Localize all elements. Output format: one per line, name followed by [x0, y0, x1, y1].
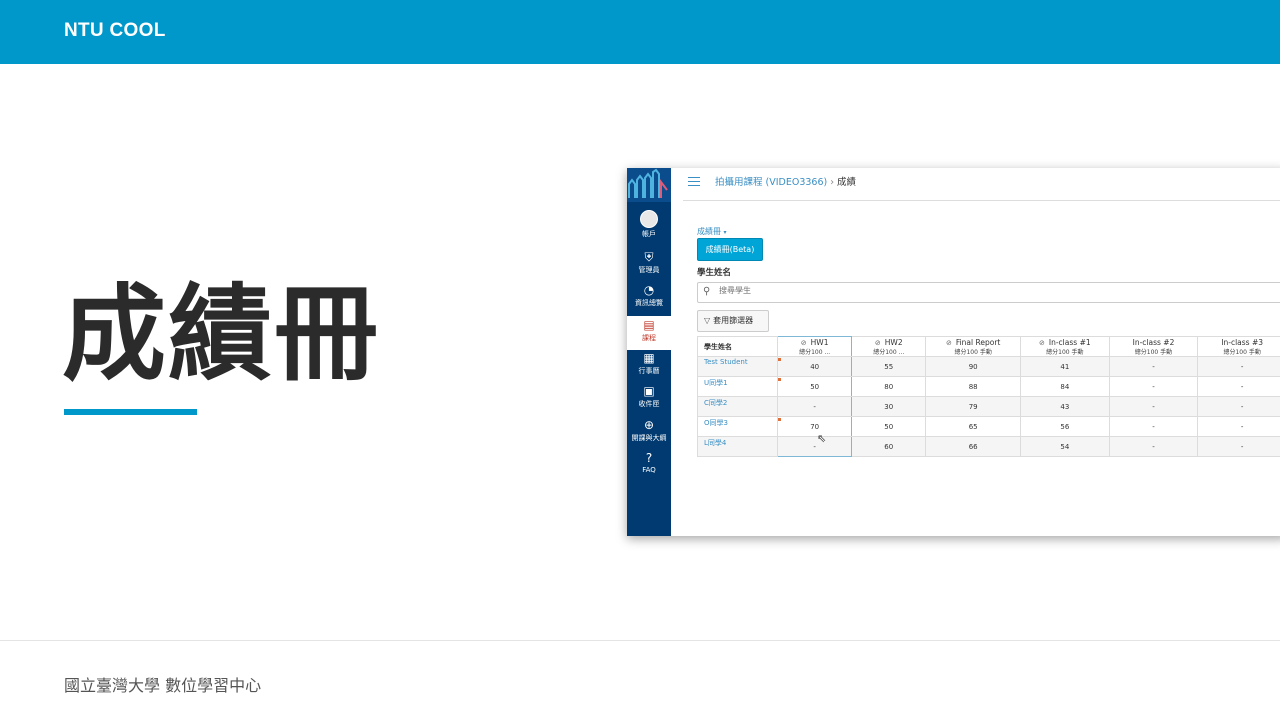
table-row: U同學1 50 80 88 84- -	[696, 376, 1280, 397]
grade-cell[interactable]: 30	[851, 396, 927, 417]
grade-cell[interactable]: 54	[1020, 436, 1110, 457]
apply-filter-button[interactable]: ▽ 套用篩選器	[697, 310, 769, 332]
grade-cell[interactable]: -	[1197, 436, 1280, 457]
admin-shield-icon: ⛨	[644, 250, 654, 264]
eye-icon: ⊘	[945, 339, 952, 347]
dashboard-icon: ◔	[643, 283, 655, 297]
table-row: L同學4-60 66 54- -	[696, 436, 1280, 457]
late-marker	[778, 378, 782, 381]
table-row: Test Student 40 55 90 41- -	[696, 356, 1280, 377]
mouse-cursor-icon: ⇖	[817, 432, 827, 445]
student-name-link[interactable]: U同學1	[696, 376, 779, 397]
top-banner: NTU COOL	[0, 0, 1280, 64]
account-icon	[640, 210, 658, 228]
grade-cell[interactable]: 56	[1020, 416, 1110, 437]
nav-item-calendar[interactable]: ▦ 行事曆	[627, 351, 671, 376]
column-header-inclass-1[interactable]: ⊘ In-class #1 總分100 手動	[1020, 336, 1110, 357]
grade-cell[interactable]: -	[777, 396, 853, 417]
grade-cell[interactable]: -	[1108, 396, 1199, 417]
grade-cell[interactable]: 65	[925, 416, 1021, 437]
inbox-icon: ▣	[643, 384, 655, 398]
column-header-inclass-3[interactable]: In-class #3 總分100 手動	[1197, 336, 1280, 357]
footer-divider	[0, 640, 1280, 641]
grade-cell[interactable]: -	[1108, 416, 1199, 437]
grade-cell[interactable]: 50	[851, 416, 927, 437]
eye-icon: ⊘	[800, 339, 807, 347]
gradebook-table: 學生姓名 ⊘ HW1 總分100 ... ⊘ HW2 總分100 ... ⊘ Fina…	[696, 336, 1280, 457]
title-underline	[64, 409, 197, 415]
late-marker	[778, 418, 782, 421]
grade-cell[interactable]: 55	[851, 356, 927, 377]
grade-cell[interactable]: 79	[925, 396, 1021, 417]
filter-icon: ▽	[704, 316, 711, 325]
grade-cell[interactable]: -	[1108, 436, 1199, 457]
breadcrumb: 拍攝用課程 (VIDEO3366) › 成績	[715, 174, 856, 188]
column-header-hw1[interactable]: ⊘ HW1 總分100 ...	[777, 336, 853, 357]
logo-icon	[628, 168, 668, 198]
gradebook-beta-button[interactable]: 成績冊(Beta)	[697, 238, 763, 261]
late-marker	[778, 358, 782, 361]
grade-cell[interactable]: -	[1108, 376, 1199, 397]
courses-icon: ▤	[643, 318, 655, 332]
grade-cell[interactable]: 90	[925, 356, 1021, 377]
gradebook-menu[interactable]: 成績冊 ▾	[697, 226, 727, 237]
grade-cell[interactable]: 41	[1020, 356, 1110, 377]
hamburger-menu-icon[interactable]	[688, 177, 700, 186]
grade-cell[interactable]: 50	[777, 376, 853, 397]
gradebook-screenshot: 帳戶 ⛨ 管理員 ◔ 資訊總覽 ▤ 課程 ▦ 行事曆 ▣ 收件匣 ⊕ 開課與大綱…	[627, 168, 1280, 536]
grade-cell[interactable]: 88	[925, 376, 1021, 397]
student-column-header: 學生姓名	[696, 336, 779, 357]
table-row: C同學2-30 79 43- -	[696, 396, 1280, 417]
nav-item-open-course[interactable]: ⊕ 開課與大綱	[627, 418, 671, 443]
nav-item-account[interactable]: 帳戶	[627, 210, 671, 239]
column-header-inclass-2[interactable]: In-class #2 總分100 手動	[1108, 336, 1199, 357]
nav-item-faq[interactable]: ? FAQ	[627, 451, 671, 474]
plus-circle-icon: ⊕	[643, 418, 655, 432]
table-row: O同學3 70 50 65 56- -	[696, 416, 1280, 437]
help-icon: ?	[645, 451, 653, 465]
grade-cell[interactable]: -	[1197, 376, 1280, 397]
grade-cell[interactable]: -	[1108, 356, 1199, 377]
nav-item-admin[interactable]: ⛨ 管理員	[627, 250, 671, 275]
column-header-hw2[interactable]: ⊘ HW2 總分100 ...	[851, 336, 927, 357]
nav-item-dashboard[interactable]: ◔ 資訊總覽	[627, 283, 671, 308]
student-name-link[interactable]: Test Student	[696, 356, 779, 377]
calendar-icon: ▦	[643, 351, 655, 365]
student-name-label: 學生姓名	[697, 268, 732, 278]
grade-cell[interactable]: -	[777, 436, 853, 457]
search-icon: ⚲	[703, 286, 711, 297]
grade-cell[interactable]: -	[1197, 356, 1280, 377]
eye-icon: ⊘	[874, 339, 881, 347]
logo	[627, 168, 671, 202]
footer-institution: 國立臺灣大學 數位學習中心	[64, 676, 262, 695]
grade-cell[interactable]: 80	[851, 376, 927, 397]
breadcrumb-separator: ›	[830, 177, 835, 188]
breadcrumb-course-link[interactable]: 拍攝用課程 (VIDEO3366)	[715, 177, 827, 188]
grade-cell[interactable]: 60	[851, 436, 927, 457]
student-search[interactable]: ⚲	[697, 282, 1280, 303]
nav-item-courses[interactable]: ▤ 課程	[627, 316, 671, 350]
header-divider	[683, 200, 1280, 201]
global-nav: 帳戶 ⛨ 管理員 ◔ 資訊總覽 ▤ 課程 ▦ 行事曆 ▣ 收件匣 ⊕ 開課與大綱…	[627, 168, 671, 536]
grade-cell[interactable]: 84	[1020, 376, 1110, 397]
grade-cell[interactable]: 66	[925, 436, 1021, 457]
student-name-link[interactable]: O同學3	[696, 416, 779, 437]
student-search-input[interactable]	[717, 285, 1280, 296]
grade-cell[interactable]: 40	[777, 356, 853, 377]
student-name-link[interactable]: L同學4	[696, 436, 779, 457]
student-name-link[interactable]: C同學2	[696, 396, 779, 417]
brand-name: NTU COOL	[64, 20, 166, 41]
eye-icon: ⊘	[1039, 339, 1045, 347]
caret-down-icon: ▾	[723, 229, 727, 236]
grade-cell[interactable]: 43	[1020, 396, 1110, 417]
slide-title: 成績冊	[62, 273, 381, 395]
breadcrumb-current: 成績	[837, 177, 857, 188]
nav-item-inbox[interactable]: ▣ 收件匣	[627, 384, 671, 409]
grade-cell[interactable]: 70	[777, 416, 853, 437]
grade-cell[interactable]: -	[1197, 396, 1280, 417]
grade-cell[interactable]: -	[1197, 416, 1280, 437]
column-header-final-report[interactable]: ⊘ Final Report 總分100 手動	[925, 336, 1021, 357]
